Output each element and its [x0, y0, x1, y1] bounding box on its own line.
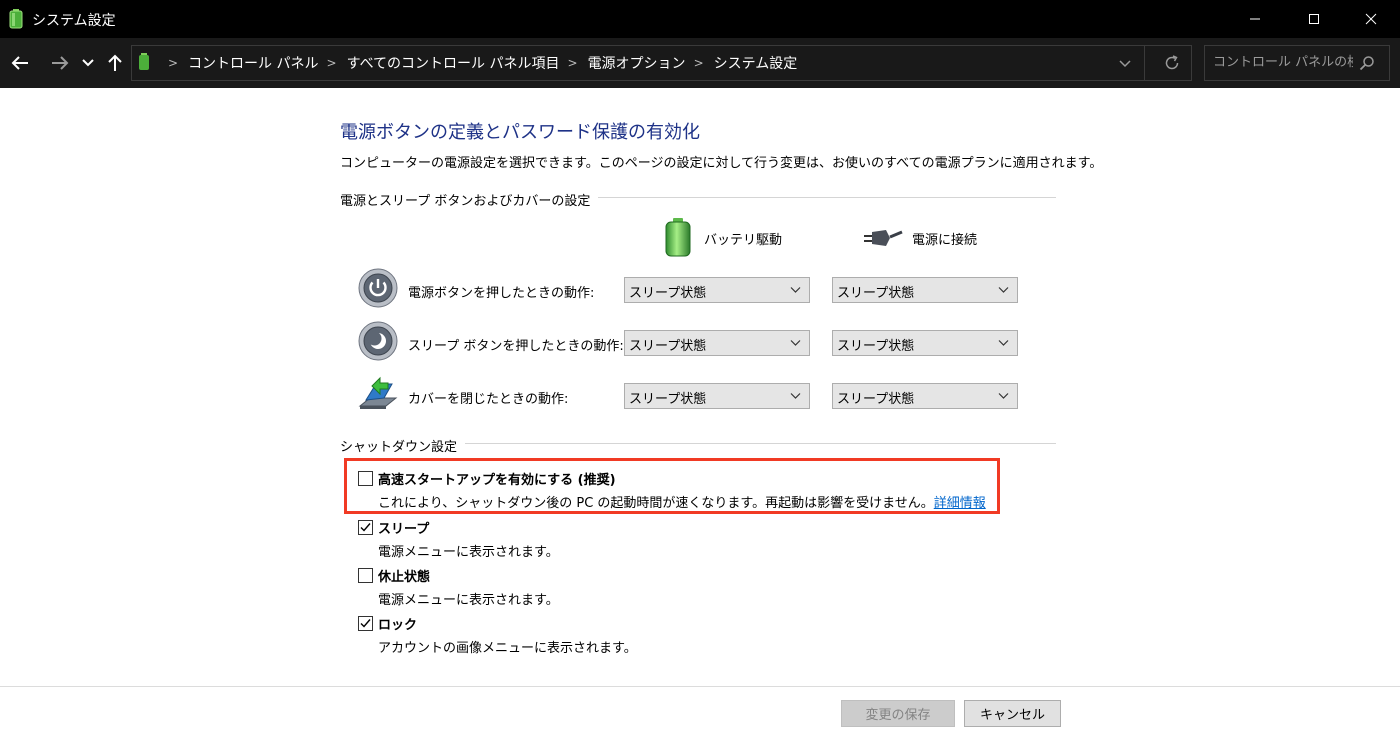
arrow-right-icon	[52, 56, 69, 70]
breadcrumb-separator[interactable]: >	[327, 56, 337, 70]
back-button[interactable]	[8, 51, 32, 75]
chevron-down-icon	[790, 287, 801, 293]
select-value: スリープ状態	[629, 392, 707, 407]
power-button-label: 電源ボタンを押したときの動作:	[408, 286, 595, 301]
footer-divider	[0, 686, 1400, 687]
checkmark-icon	[360, 619, 371, 628]
search-icon[interactable]	[1359, 55, 1375, 71]
refresh-icon[interactable]	[1162, 53, 1182, 73]
battery-location-icon	[139, 53, 149, 70]
title-bar: システム設定	[0, 0, 1400, 38]
recent-locations-button[interactable]	[78, 51, 98, 75]
breadcrumb-separator: >	[168, 56, 179, 70]
battery-icon	[665, 218, 691, 257]
close-icon	[1365, 13, 1377, 25]
maximize-icon	[1309, 14, 1319, 24]
hibernate-checkbox[interactable]	[358, 568, 373, 583]
laptop-lid-icon	[358, 376, 398, 409]
plugged-column-header: 電源に接続	[860, 224, 977, 252]
lid-close-plugged-select[interactable]: スリープ状態	[832, 383, 1018, 409]
chevron-down-icon	[790, 393, 801, 399]
lock-label[interactable]: ロック	[378, 614, 417, 633]
address-bar-area: > コントロール パネル > すべてのコントロール パネル項目 > 電源オプショ…	[0, 38, 1400, 88]
breadcrumb-separator[interactable]: >	[694, 56, 704, 70]
address-divider	[1144, 46, 1145, 80]
address-box[interactable]: > コントロール パネル > すべてのコントロール パネル項目 > 電源オプショ…	[131, 45, 1192, 81]
close-button[interactable]	[1348, 0, 1394, 38]
power-button-plugged-select[interactable]: スリープ状態	[832, 277, 1018, 303]
breadcrumb-control-panel[interactable]: コントロール パネル	[188, 53, 318, 73]
power-button-battery-select[interactable]: スリープ状態	[624, 277, 810, 303]
up-button[interactable]	[103, 51, 127, 75]
chevron-down-icon	[998, 340, 1009, 346]
select-value: スリープ状態	[837, 392, 915, 407]
select-value: スリープ状態	[837, 339, 915, 354]
hibernate-description: 電源メニューに表示されます。	[378, 593, 559, 608]
shutdown-section-title: シャットダウン設定	[340, 436, 466, 455]
checkmark-icon	[360, 523, 371, 532]
address-history-icon[interactable]	[1116, 54, 1134, 72]
breadcrumb-power-options[interactable]: 電源オプション	[588, 53, 686, 73]
chevron-down-icon	[998, 393, 1009, 399]
select-value: スリープ状態	[629, 286, 707, 301]
select-value: スリープ状態	[629, 339, 707, 354]
fast-startup-description-text: これにより、シャットダウン後の PC の起動時間が速くなります。再起動は影響を受…	[378, 496, 934, 511]
page-description: コンピューターの電源設定を選択できます。このページの設定に対して行う変更は、お使…	[340, 156, 1103, 171]
save-changes-button[interactable]: 変更の保存	[841, 700, 955, 727]
breadcrumb-system-settings[interactable]: システム設定	[714, 53, 798, 73]
sleep-button-plugged-select[interactable]: スリープ状態	[832, 330, 1018, 356]
fast-startup-checkbox[interactable]	[358, 471, 373, 486]
search-input[interactable]	[1213, 46, 1353, 78]
cancel-button[interactable]: キャンセル	[964, 700, 1061, 727]
sleep-button-label: スリープ ボタンを押したときの動作:	[408, 339, 624, 354]
search-box[interactable]	[1204, 45, 1390, 81]
battery-app-icon	[9, 9, 23, 29]
lock-checkbox[interactable]	[358, 616, 373, 631]
maximize-button[interactable]	[1291, 0, 1337, 38]
breadcrumb-separator[interactable]: >	[568, 56, 578, 70]
sleep-button-battery-select[interactable]: スリープ状態	[624, 330, 810, 356]
sleep-label[interactable]: スリープ	[378, 518, 429, 537]
page-title: 電源ボタンの定義とパスワード保護の有効化	[340, 122, 700, 143]
minimize-button[interactable]	[1232, 0, 1278, 38]
select-value: スリープ状態	[837, 286, 915, 301]
sleep-description: 電源メニューに表示されます。	[378, 545, 559, 560]
breadcrumb: > コントロール パネル > すべてのコントロール パネル項目 > 電源オプショ…	[160, 46, 797, 80]
chevron-down-icon	[998, 287, 1009, 293]
fast-startup-label[interactable]: 高速スタートアップを有効にする (推奨)	[378, 469, 616, 488]
arrow-up-icon	[108, 54, 122, 71]
forward-button[interactable]	[48, 51, 72, 75]
minimize-icon	[1250, 18, 1260, 20]
battery-column-header: バッテリ駆動	[664, 218, 782, 258]
hibernate-label[interactable]: 休止状態	[378, 566, 430, 585]
chevron-down-icon	[82, 59, 94, 67]
battery-label: バッテリ駆動	[704, 232, 783, 248]
window-title: システム設定	[32, 13, 116, 29]
breadcrumb-all-items[interactable]: すべてのコントロール パネル項目	[347, 53, 560, 73]
power-button-icon	[358, 268, 398, 308]
more-info-link[interactable]: 詳細情報	[934, 496, 986, 511]
fast-startup-description: これにより、シャットダウン後の PC の起動時間が速くなります。再起動は影響を受…	[378, 492, 986, 511]
plugged-label: 電源に接続	[912, 232, 978, 248]
lid-close-battery-select[interactable]: スリープ状態	[624, 383, 810, 409]
arrow-left-icon	[11, 56, 28, 70]
sleep-checkbox[interactable]	[358, 520, 373, 535]
lid-close-label: カバーを閉じたときの動作:	[408, 392, 569, 407]
chevron-down-icon	[790, 340, 801, 346]
power-plug-icon	[864, 230, 903, 246]
lock-description: アカウントの画像メニューに表示されます。	[378, 641, 637, 656]
sleep-button-icon	[358, 321, 398, 361]
buttons-section-title: 電源とスリープ ボタンおよびカバーの設定	[340, 190, 599, 209]
